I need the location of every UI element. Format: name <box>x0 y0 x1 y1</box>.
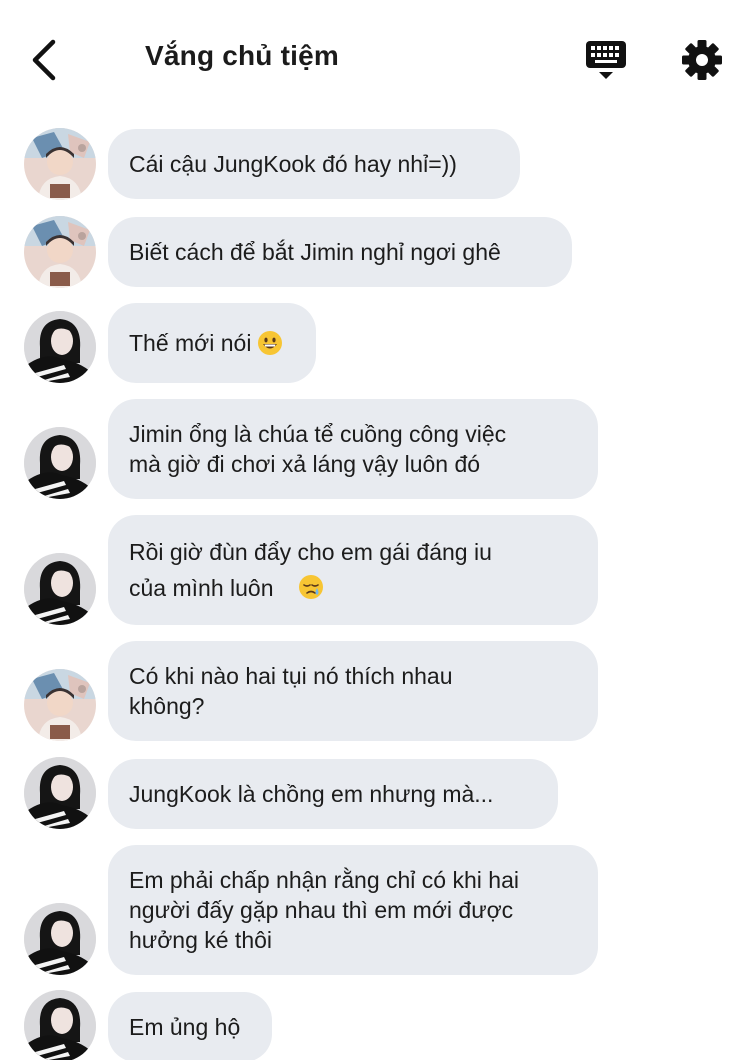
avatar[interactable] <box>24 128 96 200</box>
message-text: JungKook là chồng em nhưng mà... <box>129 781 494 807</box>
message-text: Em ủng hộ <box>129 1014 241 1040</box>
message-bubble[interactable]: JungKook là chồng em nhưng mà... <box>108 759 558 829</box>
message-bubble[interactable]: Rồi giờ đùn đẩy cho em gái đáng iu của m… <box>108 515 598 625</box>
avatar[interactable] <box>24 903 96 975</box>
grinning-face-emoji <box>258 331 283 355</box>
chat-header: Vắng chủ tiệm <box>0 0 750 112</box>
message-bubble[interactable]: Jimin ổng là chúa tể cuồng công việc mà … <box>108 399 598 499</box>
message-bubble[interactable]: Biết cách để bắt Jimin nghỉ ngơi ghê <box>108 217 572 287</box>
avatar[interactable] <box>24 311 96 383</box>
avatar[interactable] <box>24 553 96 625</box>
message-text: Biết cách để bắt Jimin nghỉ ngơi ghê <box>129 239 501 265</box>
sleepy-face-emoji <box>299 575 323 599</box>
message-bubble[interactable]: Có khi nào hai tụi nó thích nhau không? <box>108 641 598 741</box>
avatar[interactable] <box>24 990 96 1060</box>
message-bubble[interactable]: Em phải chấp nhận rằng chỉ có khi hai ng… <box>108 845 598 975</box>
back-button[interactable] <box>26 36 66 84</box>
avatar[interactable] <box>24 669 96 741</box>
message-text: Jimin ổng là chúa tể cuồng công việc mà … <box>129 421 507 477</box>
message-bubble[interactable]: Thế mới nói <box>108 303 316 383</box>
message-bubble[interactable]: Cái cậu JungKook đó hay nhỉ=)) <box>108 129 520 199</box>
keyboard-button[interactable] <box>584 38 628 82</box>
keyboard-icon <box>586 41 626 79</box>
message-bubble[interactable]: Em ủng hộ <box>108 992 272 1060</box>
avatar[interactable] <box>24 757 96 829</box>
message-text: Thế mới nói <box>129 330 252 356</box>
message-text: Em phải chấp nhận rằng chỉ có khi hai ng… <box>129 867 519 953</box>
chevron-left-icon <box>32 39 56 81</box>
gear-icon <box>682 40 722 80</box>
settings-button[interactable] <box>680 38 724 82</box>
avatar[interactable] <box>24 427 96 499</box>
message-text: Cái cậu JungKook đó hay nhỉ=)) <box>129 151 457 177</box>
chat-title: Vắng chủ tiệm <box>145 40 339 71</box>
message-text: Có khi nào hai tụi nó thích nhau không? <box>129 663 453 719</box>
avatar[interactable] <box>24 216 96 288</box>
